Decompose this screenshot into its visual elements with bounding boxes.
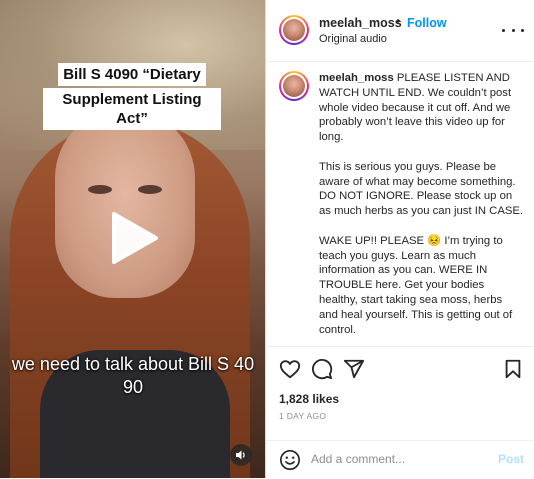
caption-paragraph: This is serious you guys. Please be awar… [319, 160, 524, 218]
video-caption-overlay: Bill S 4090 “Dietary Supplement Listing … [43, 62, 221, 131]
video-frame-eye [88, 185, 112, 194]
username-link[interactable]: meelah_moss [319, 16, 402, 30]
caption-paragraph: WAKE UP!! PLEASE 😣 I’m trying to teach y… [319, 234, 513, 336]
share-icon[interactable] [343, 358, 365, 380]
video-player[interactable]: Bill S 4090 “Dietary Supplement Listing … [0, 0, 265, 478]
more-options-icon[interactable] [502, 23, 524, 37]
post-modal: Bill S 4090 “Dietary Supplement Listing … [0, 0, 534, 478]
follow-button[interactable]: Follow [407, 16, 447, 30]
caption-section: meelah_moss PLEASE LISTEN AND WATCH UNTI… [266, 62, 534, 347]
caption-text: meelah_moss PLEASE LISTEN AND WATCH UNTI… [319, 71, 524, 346]
video-frame-face [55, 108, 195, 298]
post-details-panel: meelah_moss • Follow Original audio meel… [265, 0, 534, 478]
speaker-icon[interactable] [230, 444, 252, 466]
post-comment-button[interactable]: Post [498, 452, 524, 466]
audio-link[interactable]: Original audio [319, 33, 387, 45]
video-subtitle: we need to talk about Bill S 40 90 [11, 354, 255, 397]
play-icon[interactable] [108, 210, 160, 266]
avatar[interactable] [279, 71, 309, 101]
action-bar [266, 358, 534, 382]
heart-icon[interactable] [279, 358, 301, 380]
video-frame-eye [138, 185, 162, 194]
post-header: meelah_moss • Follow Original audio [266, 0, 534, 62]
video-caption-line: Bill S 4090 “Dietary [58, 63, 206, 86]
caption-username[interactable]: meelah_moss [319, 72, 394, 84]
video-caption-line: Supplement Listing Act” [43, 88, 221, 130]
likes-count[interactable]: 1,828 likes [279, 392, 339, 406]
comment-input[interactable] [311, 450, 491, 468]
post-timestamp[interactable]: 1 DAY AGO [279, 411, 326, 421]
add-comment-row: Post [266, 440, 534, 479]
separator-dot: • [396, 14, 401, 28]
emoji-icon[interactable] [279, 449, 301, 471]
bookmark-icon[interactable] [502, 358, 524, 380]
avatar[interactable] [279, 15, 309, 45]
comment-icon[interactable] [311, 358, 333, 380]
